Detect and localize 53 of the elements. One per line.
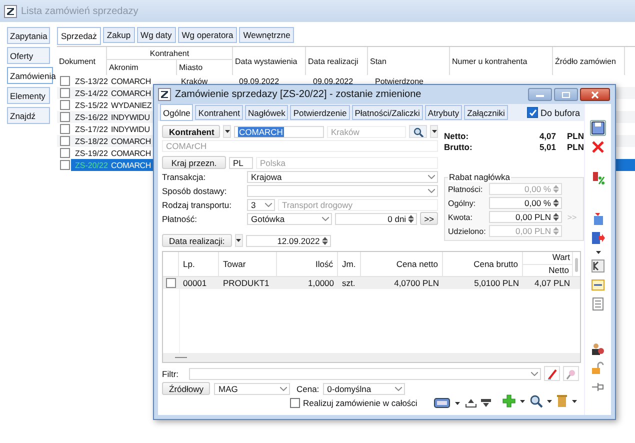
table-cell-text: ZS-20/22 xyxy=(74,160,109,170)
window-title: Lista zamówień sprzedazy xyxy=(21,6,138,16)
table-cell-text: 1,0000 xyxy=(307,278,335,288)
table-cell-text: PRODUKT1 xyxy=(222,278,270,288)
table-cell-text: ZS-19/22 xyxy=(74,148,109,158)
table-cell-text: INDYWIDU xyxy=(110,124,148,134)
table-cell-text: Kraków xyxy=(180,76,209,86)
group-title: Rabat nagłówka xyxy=(448,172,511,182)
table-cell-text: 09.09.2022 xyxy=(312,76,354,86)
column-group-header: Kontrahent xyxy=(107,47,233,60)
table-cell-text: 4,07 PLN xyxy=(534,278,571,288)
table-cell-text: COMARCH xyxy=(110,160,148,170)
column-group-header: Wart xyxy=(523,252,572,265)
table-cell-text: COMARCH xyxy=(110,88,148,98)
table-cell-text: ZS-16/22 xyxy=(74,112,109,122)
table-cell-text: ZS-13/22 xyxy=(74,76,109,86)
table-cell-text: Potwierdzone xyxy=(374,76,424,86)
city-field: Kraków xyxy=(327,126,406,138)
currency-label: PLN xyxy=(566,130,584,140)
field-label: Ogólny: xyxy=(448,198,477,208)
table-cell-text: 09.09.2022 xyxy=(238,76,280,86)
table-cell-text: COMARCH xyxy=(110,148,148,158)
dialog-title: Zamówienie sprzedazy [ZS-20/22] - zostanie zmienione xyxy=(175,89,422,100)
table-cell-text: 4,0700 PLN xyxy=(393,278,440,288)
table-cell-text: 00001 xyxy=(182,278,208,288)
table-cell-text: ZS-17/22 xyxy=(74,124,109,134)
checkbox-label: Do bufora xyxy=(540,108,580,118)
table-cell-text: ZS-18/22 xyxy=(74,136,109,146)
name-field: COMArCH xyxy=(162,140,438,152)
country-name-field: Polska xyxy=(256,156,438,168)
field-label: Kwota: xyxy=(448,212,474,222)
table-cell-text: ZS-15/22 xyxy=(74,100,109,110)
total-value: 5,01 xyxy=(538,142,556,152)
field-label: Udzielono: xyxy=(448,226,486,236)
field-label: Płatność: xyxy=(162,214,198,224)
table-cell-text: INDYWIDU xyxy=(110,112,148,122)
currency-label: PLN xyxy=(566,142,584,152)
table-cell-text: COMARCH xyxy=(110,136,148,146)
table-cell-text: COMARCH xyxy=(110,76,148,86)
table-cell-text: 5,0100 PLN xyxy=(473,278,520,288)
total-value: 4,07 xyxy=(538,130,556,140)
table-cell-text: szt. xyxy=(341,278,356,288)
field-label: Płatności: xyxy=(448,184,484,194)
transport-field: Transport drogowy xyxy=(278,198,438,210)
field-label: Sposób dostawy: xyxy=(162,186,228,196)
total-label: Netto: xyxy=(444,130,470,140)
field-label: Transakcja: xyxy=(162,172,207,182)
field-label: Rodzaj transportu: xyxy=(162,200,232,210)
total-label: Brutto: xyxy=(444,142,474,152)
field-label: Cena: xyxy=(296,384,320,394)
table-cell-text: ZS-14/22 xyxy=(74,88,109,98)
checkbox-label: Realizuj zamówienie w całości xyxy=(303,398,418,408)
filter-label: Filtr: xyxy=(162,368,180,378)
